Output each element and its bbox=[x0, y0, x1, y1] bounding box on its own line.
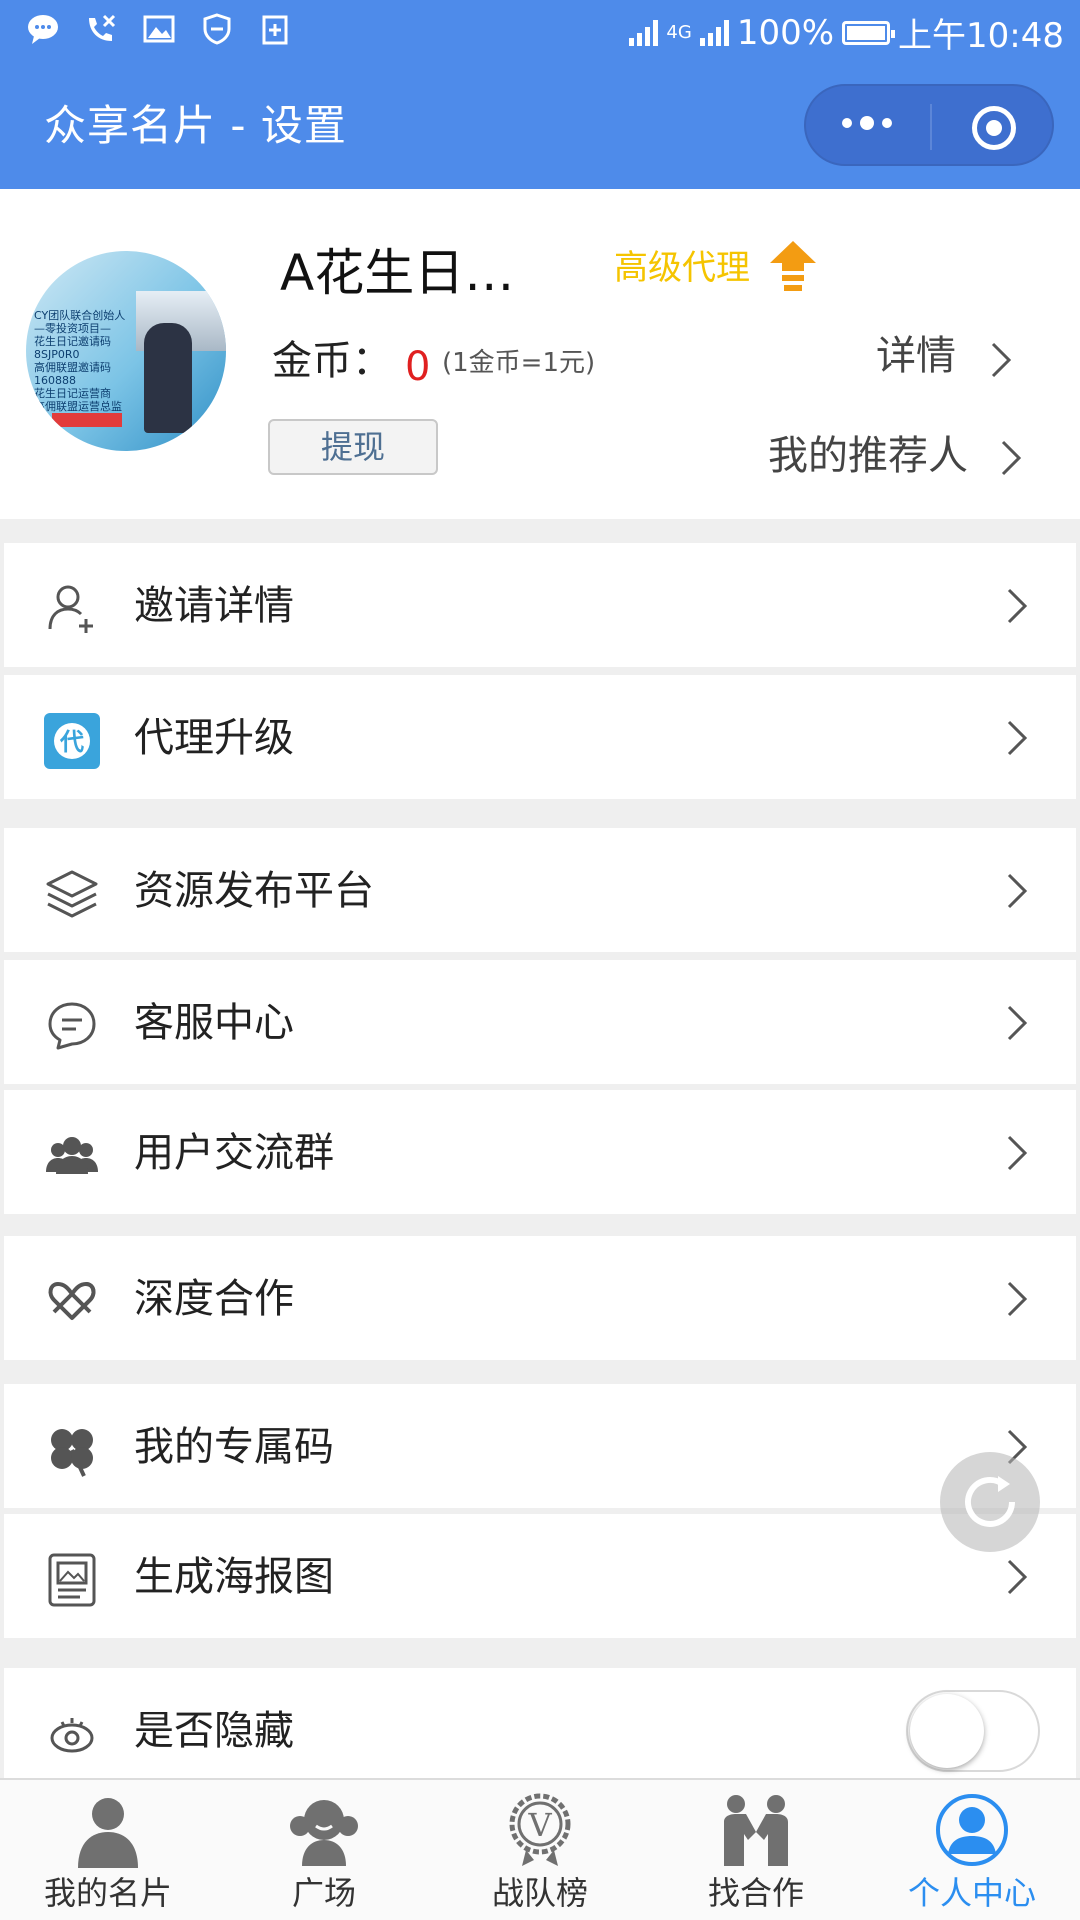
tab-find-cooperation[interactable]: 找合作 bbox=[648, 1780, 864, 1920]
agent-badge-icon: 代 bbox=[44, 713, 100, 769]
tab-label: 广场 bbox=[291, 1874, 356, 1912]
clipboard-plus-icon bbox=[262, 15, 288, 45]
coin-value: 0 bbox=[405, 344, 431, 390]
chat-bubble-icon bbox=[48, 1002, 96, 1050]
chevron-right-icon bbox=[1007, 1559, 1028, 1595]
chevron-right-icon bbox=[1007, 873, 1028, 909]
menu-item-label: 我的专属码 bbox=[134, 1424, 334, 1470]
menu-item-label: 生成海报图 bbox=[134, 1554, 334, 1600]
menu-item-label: 用户交流群 bbox=[134, 1130, 334, 1176]
poster-icon bbox=[48, 1553, 96, 1607]
menu-item-exclusive-code[interactable]: 我的专属码 bbox=[4, 1384, 1076, 1508]
notification-icons bbox=[26, 12, 292, 46]
chevron-right-icon bbox=[1001, 440, 1022, 476]
clover-icon bbox=[51, 1429, 93, 1477]
menu-item-resource-platform[interactable]: 资源发布平台 bbox=[4, 828, 1076, 952]
chat-notify-icon bbox=[28, 15, 58, 44]
record-target-icon[interactable] bbox=[972, 106, 1016, 150]
menu-item-label: 深度合作 bbox=[134, 1276, 294, 1322]
shield-notify-icon bbox=[203, 13, 231, 45]
tab-label: 战队榜 bbox=[491, 1874, 588, 1912]
image-notify-icon bbox=[143, 15, 175, 43]
coin-rate: (1金币=1元) bbox=[442, 348, 596, 378]
bottom-tab-bar: 我的名片 广场 V 战队榜 找合作 个人中心 bbox=[0, 1778, 1080, 1920]
chevron-right-icon bbox=[1007, 720, 1028, 756]
status-right: 4G 100% 上午10:48 bbox=[629, 8, 1064, 57]
v-badge-icon: V bbox=[509, 1793, 571, 1866]
battery-icon bbox=[842, 20, 896, 45]
network-type: 4G bbox=[666, 22, 692, 43]
menu-item-label: 代理升级 bbox=[134, 715, 294, 761]
chevron-right-icon bbox=[1007, 588, 1028, 624]
status-bar: 4G 100% 上午10:48 bbox=[0, 0, 1080, 62]
agent-level: 高级代理 bbox=[614, 248, 750, 288]
mini-program-capsule bbox=[804, 84, 1054, 166]
missed-call-icon bbox=[89, 14, 116, 41]
refresh-icon bbox=[965, 1476, 1015, 1527]
cooperation-people-icon bbox=[724, 1795, 788, 1866]
user-name: A花生日… bbox=[280, 244, 515, 302]
user-add-icon bbox=[48, 585, 93, 633]
profile-card: CY团队联合创始人 —零投资项目— 花生日记邀请码 8SJP0R0 高佣联盟邀请… bbox=[0, 189, 1080, 519]
layers-icon bbox=[46, 870, 98, 918]
more-dots-icon[interactable] bbox=[842, 116, 892, 130]
person-icon bbox=[78, 1798, 138, 1868]
level-up-arrow-icon bbox=[770, 241, 816, 291]
menu-item-label: 资源发布平台 bbox=[134, 868, 374, 914]
tab-label: 找合作 bbox=[707, 1874, 804, 1912]
tab-label: 个人中心 bbox=[907, 1874, 1036, 1912]
signal-icon bbox=[629, 19, 659, 46]
menu-item-agent-upgrade[interactable]: 代 代理升级 bbox=[4, 675, 1076, 799]
menu-item-customer-service[interactable]: 客服中心 bbox=[4, 960, 1076, 1084]
avatar-photo-person bbox=[144, 323, 192, 433]
menu-item-invite-details[interactable]: 邀请详情 bbox=[4, 543, 1076, 667]
menu-item-generate-poster[interactable]: 生成海报图 bbox=[4, 1514, 1076, 1638]
menu-item-label: 是否隐藏 bbox=[134, 1708, 294, 1754]
tab-my-card[interactable]: 我的名片 bbox=[0, 1780, 216, 1920]
chevron-right-icon bbox=[1007, 1135, 1028, 1171]
group-icon bbox=[46, 1137, 98, 1174]
signal-icon-2 bbox=[699, 19, 729, 46]
menu-item-label: 邀请详情 bbox=[134, 583, 294, 629]
page-title: 众享名片 - 设置 bbox=[44, 101, 347, 150]
refresh-float-button[interactable] bbox=[940, 1452, 1040, 1552]
menu-item-user-group[interactable]: 用户交流群 bbox=[4, 1090, 1076, 1214]
avatar[interactable]: CY团队联合创始人 —零投资项目— 花生日记邀请码 8SJP0R0 高佣联盟邀请… bbox=[26, 251, 226, 451]
detail-link[interactable]: 详情 bbox=[876, 329, 956, 383]
withdraw-button[interactable]: 提现 bbox=[268, 419, 438, 475]
svg-text:代: 代 bbox=[59, 728, 84, 756]
tab-personal-center[interactable]: 个人中心 bbox=[864, 1780, 1080, 1920]
referrer-link[interactable]: 我的推荐人 bbox=[768, 429, 968, 483]
chevron-right-icon bbox=[1007, 1005, 1028, 1041]
cooperation-icon bbox=[48, 1282, 96, 1320]
capsule-divider bbox=[930, 104, 932, 150]
tab-square[interactable]: 广场 bbox=[216, 1780, 432, 1920]
app-header: 4G 100% 上午10:48 众享名片 - 设置 bbox=[0, 0, 1080, 189]
menu-item-deep-cooperation[interactable]: 深度合作 bbox=[4, 1236, 1076, 1360]
square-icon bbox=[290, 1800, 358, 1866]
chevron-right-icon bbox=[991, 342, 1012, 378]
profile-circle-icon bbox=[936, 1794, 1008, 1866]
avatar-text: CY团队联合创始人 —零投资项目— 花生日记邀请码 8SJP0R0 高佣联盟邀请… bbox=[34, 309, 126, 413]
hide-toggle-switch[interactable] bbox=[906, 1690, 1040, 1772]
svg-text:V: V bbox=[527, 1806, 552, 1844]
tab-label: 我的名片 bbox=[43, 1874, 172, 1912]
coin-label: 金币： bbox=[272, 338, 392, 384]
menu-item-label: 客服中心 bbox=[134, 1000, 294, 1046]
avatar-photo-stripe bbox=[52, 413, 122, 427]
battery-percent: 100% bbox=[736, 12, 835, 53]
chevron-right-icon bbox=[1007, 1281, 1028, 1317]
eye-icon bbox=[50, 1718, 94, 1753]
tab-team-rank[interactable]: V 战队榜 bbox=[432, 1780, 648, 1920]
clock: 上午10:48 bbox=[898, 16, 1064, 56]
